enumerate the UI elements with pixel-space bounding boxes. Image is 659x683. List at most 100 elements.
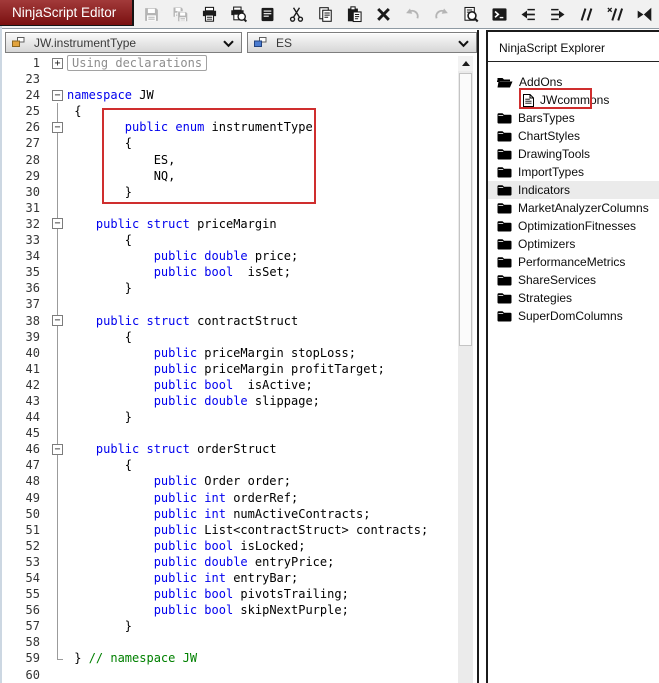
code-line-43[interactable]: 43 public double slippage; [4, 392, 477, 410]
collapse-region-icon[interactable]: − [52, 89, 63, 101]
code-line-48[interactable]: 48 public Order order; [4, 473, 477, 490]
code-line-38[interactable]: 38− public struct contractStruct [4, 312, 477, 329]
tree-item-performancemetrics[interactable]: PerformanceMetrics [488, 253, 659, 271]
indent-button[interactable] [548, 5, 567, 24]
code-line-44[interactable]: 44 } [4, 409, 477, 426]
paste-icon [346, 6, 363, 23]
code-line-36[interactable]: 36 } [4, 280, 477, 297]
line-number: 29 [25, 168, 40, 183]
tree-item-optimizationfitnesses[interactable]: OptimizationFitnesses [488, 217, 659, 235]
line-number: 28 [25, 152, 40, 167]
code-line-32[interactable]: 32− public struct priceMargin [4, 215, 477, 233]
toolbar [142, 3, 654, 26]
code-line-46[interactable]: 46− public struct orderStruct [4, 441, 477, 458]
tree-item-drawingtools[interactable]: DrawingTools [488, 145, 659, 163]
code-text: } [67, 619, 133, 634]
tree-item-optimizers[interactable]: Optimizers [488, 235, 659, 253]
uncomment-selection-button[interactable] [606, 5, 625, 24]
code-line-53[interactable]: 53 public double entryPrice; [4, 553, 477, 571]
line-number: 40 [25, 345, 40, 360]
tree-item-importtypes[interactable]: ImportTypes [488, 163, 659, 181]
code-editor[interactable]: 1 + Using declarations 23 24− namespace JW 25 … [4, 55, 477, 683]
code-line-34[interactable]: 34 public double price; [4, 248, 477, 265]
code-line-55[interactable]: 55 public bool pivotsTrailing; [4, 586, 477, 603]
tree-item-superdomcolumns[interactable]: SuperDomColumns [488, 307, 659, 325]
fold-gutter [48, 232, 67, 249]
outdent-button[interactable] [519, 5, 538, 24]
code-line-42[interactable]: 42 public bool isActive; [4, 376, 477, 394]
fold-gutter [48, 650, 67, 666]
save-button [142, 5, 161, 24]
indent-icon [549, 6, 566, 23]
cut-button[interactable] [287, 5, 306, 24]
code-line-54[interactable]: 54 public int entryBar; [4, 570, 477, 587]
chevron-down-icon [223, 40, 234, 48]
tree-item-indicators[interactable]: Indicators [488, 181, 659, 199]
collapse-region-icon[interactable]: − [52, 218, 63, 230]
line-number: 48 [25, 474, 40, 489]
find-button[interactable] [461, 5, 480, 24]
chevron-down-icon [458, 40, 469, 48]
code-line-57[interactable]: 57 } [4, 618, 477, 635]
compile-icon [491, 6, 508, 23]
code-line-35[interactable]: 35 public bool isSet; [4, 264, 477, 281]
collapse-region-icon[interactable]: − [52, 443, 63, 455]
fold-gutter [48, 71, 67, 87]
code-line-51[interactable]: 51 public List<contractStruct> contracts… [4, 521, 477, 538]
code-line-45[interactable]: 45 [4, 425, 477, 442]
code-text: namespace JW [67, 88, 154, 103]
code-text: public struct orderStruct [95, 442, 277, 457]
tree-item-label: Optimizers [518, 237, 576, 251]
code-line-23[interactable]: 23 [4, 71, 477, 87]
outdent-icon [520, 6, 537, 23]
code-line-60[interactable]: 60 [4, 667, 477, 683]
expand-region-icon[interactable]: + [52, 57, 63, 69]
visual-studio-icon [636, 6, 653, 23]
print-preview-button[interactable] [229, 5, 248, 24]
code-line-58[interactable]: 58 [4, 634, 477, 651]
code-line-41[interactable]: 41 public priceMargin profitTarget; [4, 360, 477, 377]
print-button[interactable] [200, 5, 219, 24]
code-line-39[interactable]: 39 { [4, 328, 477, 345]
code-line-1[interactable]: 1 + Using declarations [4, 55, 477, 71]
code-line-59[interactable]: 59 } // namespace JW [4, 650, 477, 666]
line-number: 60 [25, 667, 40, 682]
line-number: 59 [25, 651, 40, 666]
tree-item-barstypes[interactable]: BarsTypes [488, 109, 659, 127]
code-line-24[interactable]: 24− namespace JW [4, 87, 477, 103]
tree-item-marketanalyzercolumns[interactable]: MarketAnalyzerColumns [488, 199, 659, 217]
code-text: public bool isLocked; [153, 538, 306, 553]
code-line-52[interactable]: 52 public bool isLocked; [4, 537, 477, 555]
visual-studio-button[interactable] [635, 5, 654, 24]
scrollbar-thumb[interactable] [459, 73, 472, 346]
comment-selection-button[interactable] [577, 5, 596, 24]
line-number: 27 [25, 136, 40, 151]
code-line-49[interactable]: 49 public int orderRef; [4, 489, 477, 506]
tree-item-chartstyles[interactable]: ChartStyles [488, 127, 659, 145]
code-line-47[interactable]: 47 { [4, 457, 477, 474]
code-line-33[interactable]: 33 { [4, 232, 477, 249]
delete-button[interactable] [374, 5, 393, 24]
scroll-up-arrow[interactable] [458, 56, 473, 71]
member-dropdown[interactable]: ES [247, 32, 477, 53]
line-number: 53 [25, 554, 40, 569]
type-dropdown[interactable]: JW.instrumentType [5, 32, 242, 53]
collapse-region-icon[interactable]: − [52, 121, 63, 133]
code-line-56[interactable]: 56 public bool skipNextPurple; [4, 602, 477, 619]
tree-item-shareservices[interactable]: ShareServices [488, 271, 659, 289]
save-icon [143, 6, 160, 23]
copy-button[interactable] [316, 5, 335, 24]
editor-vertical-scrollbar[interactable] [458, 56, 473, 683]
compile-button[interactable] [490, 5, 509, 24]
code-line-37[interactable]: 37 [4, 296, 477, 313]
code-snippets-button[interactable] [258, 5, 277, 24]
folder-icon [497, 220, 512, 232]
code-line-50[interactable]: 50 public int numActiveContracts; [4, 505, 477, 522]
tree-item-label: ShareServices [518, 273, 597, 287]
code-text: { [67, 329, 133, 344]
code-text: { [67, 233, 133, 248]
code-line-40[interactable]: 40 public priceMargin stopLoss; [4, 344, 477, 361]
collapse-region-icon[interactable]: − [52, 315, 63, 327]
tree-item-strategies[interactable]: Strategies [488, 289, 659, 307]
paste-button[interactable] [345, 5, 364, 24]
